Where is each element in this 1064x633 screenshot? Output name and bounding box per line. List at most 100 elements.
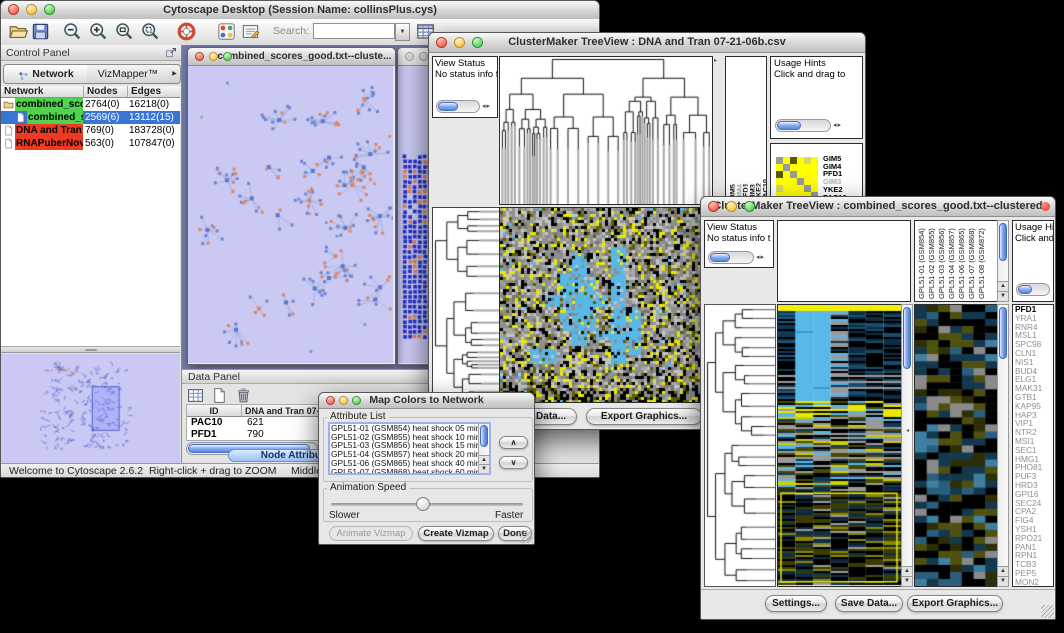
animation-slider-thumb[interactable] bbox=[416, 497, 430, 511]
mini-heatmap-cell[interactable] bbox=[776, 178, 783, 185]
scroll-up-icon[interactable]: ▲ bbox=[479, 455, 489, 464]
mini-heatmap-cell[interactable] bbox=[811, 164, 818, 171]
column-label[interactable]: GPL51-02 (GSM855) bbox=[927, 223, 937, 299]
zoom-heatmap-canvas[interactable] bbox=[914, 304, 998, 587]
column-label[interactable]: GPL51-03 (GSM856) bbox=[937, 223, 947, 299]
column-header-network[interactable]: Network bbox=[1, 86, 84, 98]
resize-grip[interactable] bbox=[520, 530, 533, 543]
mini-heatmap-cell[interactable] bbox=[804, 157, 811, 164]
search-input[interactable] bbox=[313, 23, 395, 39]
zoom-out-icon[interactable] bbox=[63, 22, 82, 41]
mini-heatmap-cell[interactable] bbox=[804, 178, 811, 185]
zoom-button[interactable] bbox=[223, 52, 232, 61]
vscrollbar-thumb[interactable] bbox=[999, 223, 1007, 261]
export-graphics-button[interactable]: Export Graphics... bbox=[907, 595, 1003, 612]
save-data-button[interactable]: Save Data... bbox=[835, 595, 903, 612]
gene-label[interactable]: MON2 bbox=[1013, 578, 1053, 587]
heatmap-vscrollbar[interactable]: ▲ ▼ bbox=[901, 304, 913, 587]
mini-heatmap-cell[interactable] bbox=[790, 185, 797, 192]
attribute-list-item[interactable]: GPL51-07 (GSM868) heat shock 60 min bbox=[331, 468, 469, 475]
minimize-button[interactable] bbox=[454, 37, 465, 48]
network-list-row[interactable]: RNAPuberNov2+|563(0)107847(0) bbox=[1, 137, 180, 150]
scroll-down-icon[interactable]: ▼ bbox=[902, 576, 912, 586]
scroll-up-icon[interactable]: ▲ bbox=[902, 566, 912, 576]
zoom-button[interactable] bbox=[44, 4, 55, 15]
annotation-icon[interactable] bbox=[241, 22, 260, 41]
table-icon[interactable] bbox=[187, 387, 204, 404]
close-button[interactable] bbox=[405, 52, 414, 61]
zoom-button[interactable] bbox=[744, 201, 755, 212]
mini-heatmap-cell[interactable] bbox=[811, 171, 818, 178]
vscrollbar-thumb[interactable] bbox=[903, 307, 911, 369]
zoom-fit-icon[interactable] bbox=[115, 22, 134, 41]
column-label[interactable]: GPL51-01 (GSM854) bbox=[917, 223, 927, 299]
birdseye-view-canvas[interactable] bbox=[1, 354, 180, 463]
scroll-up-icon[interactable]: ▲ bbox=[998, 281, 1008, 291]
minimize-button[interactable] bbox=[339, 396, 348, 405]
view-status-scrollbar[interactable] bbox=[708, 251, 754, 264]
mini-heatmap-cell[interactable] bbox=[790, 171, 797, 178]
treeview2-titlebar[interactable]: ClusterMaker TreeView : combined_scores_… bbox=[701, 197, 1055, 217]
move-up-button[interactable]: ∧ bbox=[499, 436, 528, 449]
scroll-arrows-icon[interactable]: ◂▸ bbox=[833, 119, 842, 132]
column-header-edges[interactable]: Edges bbox=[128, 86, 180, 98]
animate-vizmap-button[interactable]: Animate Vizmap bbox=[329, 526, 413, 541]
usage-hints-scrollbar[interactable] bbox=[1016, 283, 1050, 296]
vscrollbar-thumb[interactable] bbox=[480, 425, 488, 447]
network-list-row[interactable]: combined_scores2764(0)16218(0) bbox=[1, 98, 180, 111]
mini-heatmap-cell[interactable] bbox=[797, 157, 804, 164]
mini-heatmap-cell[interactable] bbox=[811, 157, 818, 164]
scroll-thumb[interactable] bbox=[1018, 285, 1032, 294]
mini-heatmap-cell[interactable] bbox=[783, 164, 790, 171]
close-button[interactable] bbox=[436, 37, 447, 48]
create-vizmap-button[interactable]: Create Vizmap bbox=[418, 526, 494, 541]
column-dendrogram-canvas[interactable] bbox=[499, 56, 713, 205]
help-ring-icon[interactable] bbox=[177, 22, 196, 41]
close-button[interactable] bbox=[326, 396, 335, 405]
mini-heatmap-cell[interactable] bbox=[804, 171, 811, 178]
new-document-icon[interactable] bbox=[211, 387, 228, 404]
zoom-button[interactable] bbox=[352, 396, 361, 405]
minimize-button[interactable] bbox=[726, 201, 737, 212]
column-label[interactable]: GPL51-04 (GSM857) bbox=[947, 223, 957, 299]
mini-heatmap-cell[interactable] bbox=[790, 178, 797, 185]
mini-heatmap-cell[interactable] bbox=[790, 164, 797, 171]
settings-button[interactable]: Settings... bbox=[765, 595, 827, 612]
scroll-thumb[interactable] bbox=[438, 102, 458, 111]
mini-heatmap-cell[interactable] bbox=[776, 157, 783, 164]
scroll-down-icon[interactable]: ▼ bbox=[479, 464, 489, 473]
scroll-down-icon[interactable]: ▼ bbox=[998, 576, 1008, 586]
minimize-button[interactable] bbox=[209, 52, 218, 61]
heatmap-canvas[interactable] bbox=[499, 207, 713, 403]
search-dropdown-arrow[interactable]: ▼ bbox=[395, 23, 410, 41]
attribute-list-vscrollbar[interactable]: ▲ ▼ bbox=[478, 424, 489, 473]
collapse-arrow-icon[interactable]: ▸ bbox=[714, 57, 717, 64]
treeview1-titlebar[interactable]: ClusterMaker TreeView : DNA and Tran 07-… bbox=[429, 33, 865, 53]
panel-splitter[interactable] bbox=[1, 346, 180, 353]
close-button[interactable] bbox=[708, 201, 719, 212]
network-window-1-titlebar[interactable]: combined_scores_good.txt--cluste... bbox=[188, 48, 395, 66]
resize-grip[interactable] bbox=[1041, 605, 1054, 618]
mini-heatmap-cell[interactable] bbox=[797, 171, 804, 178]
more-tabs-button[interactable]: ▶ bbox=[169, 64, 181, 84]
open-icon[interactable] bbox=[9, 22, 28, 41]
column-header-nodes[interactable]: Nodes bbox=[84, 86, 128, 98]
trash-icon[interactable] bbox=[235, 387, 252, 404]
column-label[interactable]: GPL51-08 (GSM872) bbox=[977, 223, 987, 299]
minimize-button[interactable] bbox=[26, 4, 37, 15]
network-list-row[interactable]: DNA and Tran 07769(0)183728(0) bbox=[1, 124, 180, 137]
scroll-up-icon[interactable]: ▲ bbox=[998, 566, 1008, 576]
view-status-scrollbar[interactable] bbox=[436, 100, 480, 113]
row-dendrogram-canvas[interactable] bbox=[704, 304, 776, 587]
zoom-selected-icon[interactable] bbox=[141, 22, 160, 41]
vizmapper-icon[interactable] bbox=[217, 22, 236, 41]
vscrollbar-thumb[interactable] bbox=[999, 307, 1007, 359]
scroll-down-icon[interactable]: ▼ bbox=[998, 291, 1008, 301]
zoom-button[interactable] bbox=[472, 37, 483, 48]
float-panel-icon[interactable] bbox=[165, 47, 177, 59]
column-header-id[interactable]: ID bbox=[187, 405, 242, 417]
scroll-arrows-icon[interactable]: ◂▸ bbox=[482, 100, 491, 113]
mini-heatmap-cell[interactable] bbox=[783, 157, 790, 164]
mini-heatmap-cell[interactable] bbox=[790, 157, 797, 164]
mini-heatmap-cell[interactable] bbox=[776, 164, 783, 171]
